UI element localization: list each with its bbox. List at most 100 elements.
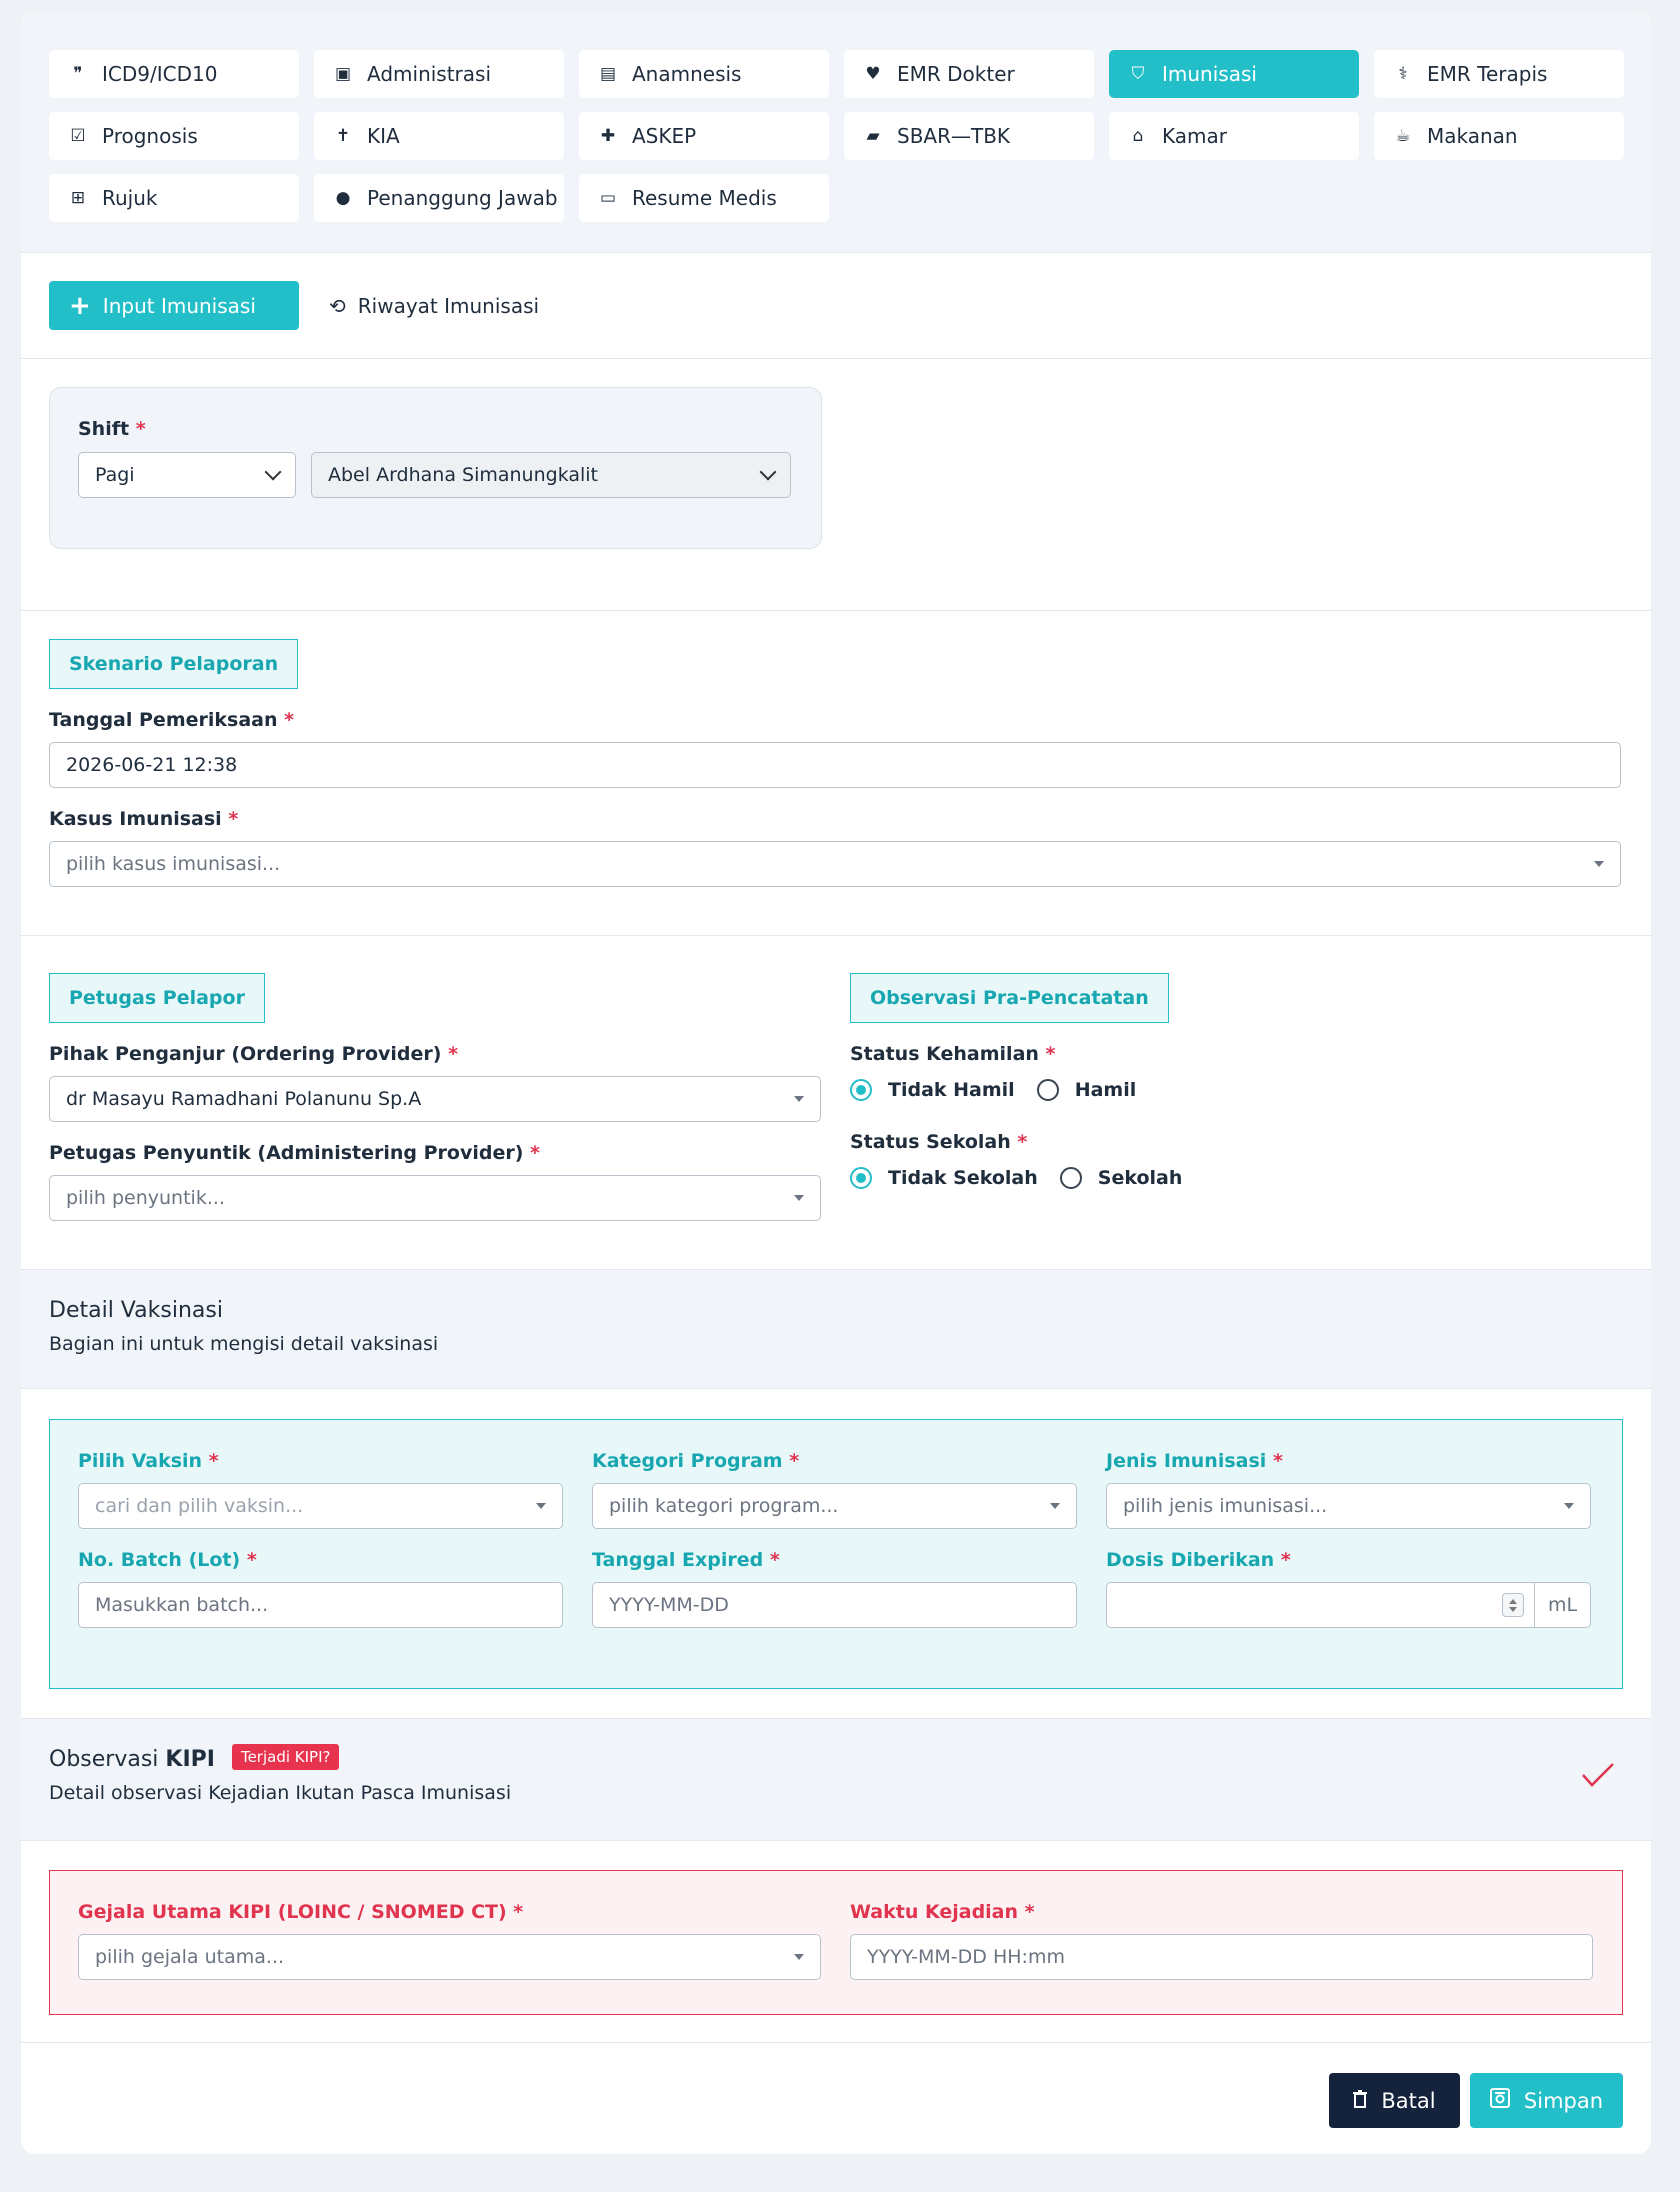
- detail-vaksinasi-header: Detail Vaksinasi Bagian ini untuk mengis…: [21, 1270, 1651, 1389]
- ordering-provider-select[interactable]: dr Masayu Ramadhani Polanunu Sp.A: [49, 1076, 821, 1122]
- tab-kamar[interactable]: ⌂ Kamar: [1109, 112, 1359, 160]
- kasus-label: Kasus Imunisasi *: [49, 808, 239, 830]
- caret-down-icon: [1050, 1503, 1060, 1509]
- waktu-kejadian-input[interactable]: YYYY-MM-DD HH:mm: [850, 1934, 1593, 1980]
- expired-label: Tanggal Expired *: [592, 1549, 780, 1571]
- radio-tidak-sekolah[interactable]: Tidak Sekolah: [850, 1167, 1038, 1189]
- tab-makanan[interactable]: ☕ Makanan: [1374, 112, 1624, 160]
- petugas-shift-select[interactable]: Abel Ardhana Simanungkalit: [311, 452, 791, 498]
- detail-vaksinasi-body: Pilih Vaksin * cari dan pilih vaksin... …: [21, 1389, 1651, 1719]
- simpan-label: Simpan: [1523, 2088, 1604, 2113]
- kasus-imunisasi-select[interactable]: pilih kasus imunisasi...: [49, 841, 1621, 887]
- user-doctor-icon: ⚕: [1398, 64, 1408, 84]
- kasus-placeholder: pilih kasus imunisasi...: [66, 853, 281, 875]
- shift-section: Shift * Pagi Abel Ardhana Simanungkalit: [21, 359, 1651, 611]
- input-imunisasi-label: Input Imunisasi: [102, 293, 256, 318]
- caret-down-icon: [794, 1195, 804, 1201]
- copy-icon: ▣: [334, 64, 352, 84]
- gejala-select[interactable]: pilih gejala utama...: [78, 1934, 821, 1980]
- dosis-label: Dosis Diberikan *: [1106, 1549, 1291, 1571]
- simpan-button[interactable]: Simpan: [1470, 2073, 1623, 2128]
- tab-emr-dokter[interactable]: ♥ EMR Dokter: [844, 50, 1094, 98]
- petugas-observasi-section: Petugas Pelapor Pihak Penganjur (Orderin…: [21, 936, 1651, 1270]
- observasi-column: Observasi Pra-Pencatatan Status Kehamila…: [850, 973, 1622, 1269]
- user-icon: ●: [335, 188, 351, 208]
- ordering-label: Pihak Penganjur (Ordering Provider) *: [49, 1043, 459, 1065]
- caret-down-icon: [794, 1096, 804, 1102]
- document-icon: ▤: [599, 64, 617, 84]
- vaksin-select[interactable]: cari dan pilih vaksin...: [78, 1483, 563, 1529]
- hospital-icon: ⊞: [70, 188, 86, 208]
- sekolah-radio-group: Tidak Sekolah Sekolah: [850, 1167, 1622, 1189]
- kehamilan-label: Status Kehamilan *: [850, 1043, 1056, 1065]
- tab-label: Makanan: [1427, 124, 1518, 148]
- batal-button[interactable]: Batal: [1329, 2073, 1460, 2128]
- radio-label: Tidak Hamil: [888, 1079, 1015, 1101]
- riwayat-imunisasi-button[interactable]: ⟲ Riwayat Imunisasi: [329, 294, 539, 318]
- detail-vaksinasi-subtitle: Bagian ini untuk mengisi detail vaksinas…: [49, 1333, 439, 1355]
- petugas-badge: Petugas Pelapor: [49, 973, 265, 1023]
- id-card-icon: ▭: [599, 188, 617, 208]
- tab-penanggung-jawab[interactable]: ● Penanggung Jawab: [314, 174, 564, 222]
- radio-circle: [850, 1167, 872, 1189]
- tab-label: SBAR—TBK: [897, 124, 1011, 148]
- tab-label: EMR Terapis: [1427, 62, 1548, 86]
- tab-rujuk[interactable]: ⊞ Rujuk: [49, 174, 299, 222]
- kipi-body: Gejala Utama KIPI (LOINC / SNOMED CT) * …: [21, 1841, 1651, 2043]
- tab-prognosis[interactable]: ☑ Prognosis: [49, 112, 299, 160]
- radio-hamil[interactable]: Hamil: [1036, 1079, 1136, 1101]
- radio-sekolah[interactable]: Sekolah: [1059, 1167, 1182, 1189]
- petugas-column: Petugas Pelapor Pihak Penganjur (Orderin…: [49, 973, 821, 1269]
- tab-label: Kamar: [1162, 124, 1227, 148]
- vaksin-label: Pilih Vaksin *: [78, 1450, 219, 1472]
- jenis-select[interactable]: pilih jenis imunisasi...: [1106, 1483, 1591, 1529]
- kategori-select[interactable]: pilih kategori program...: [592, 1483, 1077, 1529]
- input-imunisasi-button[interactable]: + Input Imunisasi: [49, 281, 299, 330]
- dosis-field: Dosis Diberikan * mL: [1106, 1549, 1591, 1628]
- sub-navigation: + Input Imunisasi ⟲ Riwayat Imunisasi: [21, 253, 1651, 359]
- petugas-shift-value: Abel Ardhana Simanungkalit: [328, 464, 599, 486]
- kipi-check-icon[interactable]: [1581, 1761, 1615, 1789]
- waktu-label: Waktu Kejadian *: [850, 1901, 1035, 1923]
- tab-emr-terapis[interactable]: ⚕ EMR Terapis: [1374, 50, 1624, 98]
- history-icon: ⟲: [329, 293, 346, 318]
- tab-sbar-tbk[interactable]: ▰ SBAR—TBK: [844, 112, 1094, 160]
- batch-field: No. Batch (Lot) * Masukkan batch...: [78, 1549, 563, 1628]
- tab-resume-medis[interactable]: ▭ Resume Medis: [579, 174, 829, 222]
- observasi-badge: Observasi Pra-Pencatatan: [850, 973, 1169, 1023]
- riwayat-imunisasi-label: Riwayat Imunisasi: [357, 293, 540, 318]
- batch-input[interactable]: Masukkan batch...: [78, 1582, 563, 1628]
- radio-tidak-hamil[interactable]: Tidak Hamil: [850, 1079, 1015, 1101]
- tab-anamnesis[interactable]: ▤ Anamnesis: [579, 50, 829, 98]
- kipi-title: Observasi KIPI Terjadi KIPI?: [49, 1744, 1623, 1772]
- tab-administrasi[interactable]: ▣ Administrasi: [314, 50, 564, 98]
- gejala-field: Gejala Utama KIPI (LOINC / SNOMED CT) * …: [78, 1901, 821, 2014]
- skenario-section: Skenario Pelaporan Tanggal Pemeriksaan *…: [21, 611, 1651, 936]
- module-tabs: ❞ ICD9/ICD10 ▣ Administrasi ▤ Anamnesis ♥ EMR D…: [21, 10, 1651, 253]
- tab-label: Rujuk: [102, 186, 158, 210]
- quote-icon: ❞: [73, 64, 83, 84]
- tab-label: Penanggung Jawab: [367, 186, 558, 210]
- expired-input[interactable]: YYYY-MM-DD: [592, 1582, 1077, 1628]
- dosis-input-group: mL: [1106, 1582, 1591, 1628]
- caret-down-icon: [536, 1503, 546, 1509]
- shift-select[interactable]: Pagi: [78, 452, 296, 498]
- plus-icon: +: [69, 290, 91, 321]
- administering-provider-select[interactable]: pilih penyuntik...: [49, 1175, 821, 1221]
- sekolah-label: Status Sekolah *: [850, 1131, 1028, 1153]
- dosis-input[interactable]: [1106, 1582, 1535, 1628]
- tab-label: KIA: [367, 124, 400, 148]
- tab-kia[interactable]: ✝ KIA: [314, 112, 564, 160]
- kategori-field: Kategori Program * pilih kategori progra…: [592, 1450, 1077, 1529]
- tab-label: Anamnesis: [632, 62, 742, 86]
- tab-label: Imunisasi: [1162, 62, 1257, 86]
- shield-icon: ⛉: [1131, 64, 1145, 84]
- tab-askep[interactable]: ✚ ASKEP: [579, 112, 829, 160]
- number-stepper[interactable]: [1502, 1593, 1524, 1617]
- tab-icd9-icd10[interactable]: ❞ ICD9/ICD10: [49, 50, 299, 98]
- tanggal-label: Tanggal Pemeriksaan *: [49, 709, 295, 731]
- tanggal-pemeriksaan-input[interactable]: 2026-06-21 12:38: [49, 742, 1621, 788]
- gejala-placeholder: pilih gejala utama...: [95, 1946, 285, 1968]
- tab-imunisasi[interactable]: ⛉ Imunisasi: [1109, 50, 1359, 98]
- tab-label: Prognosis: [102, 124, 198, 148]
